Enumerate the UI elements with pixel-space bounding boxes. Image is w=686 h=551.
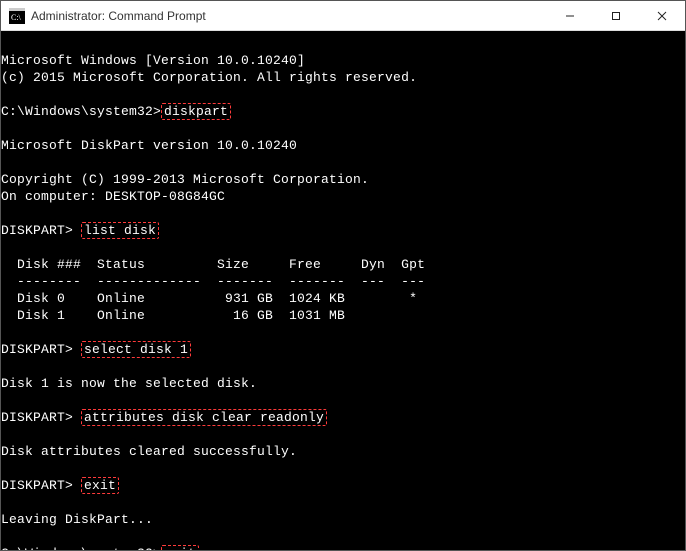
terminal-area[interactable]: Microsoft Windows [Version 10.0.10240] (… <box>1 31 685 550</box>
output-line: Microsoft Windows [Version 10.0.10240] <box>1 53 305 68</box>
titlebar: C:\ Administrator: Command Prompt <box>1 1 685 31</box>
prompt-line: DISKPART> select disk 1 <box>1 341 191 358</box>
prompt-prefix: C:\Windows\system32> <box>1 546 161 550</box>
command-highlight: attributes disk clear readonly <box>81 409 327 426</box>
close-button[interactable] <box>639 1 685 30</box>
table-row: Disk 0 Online 931 GB 1024 KB * <box>1 291 417 306</box>
output-line: Disk attributes cleared successfully. <box>1 444 297 459</box>
prompt-prefix: DISKPART> <box>1 342 81 357</box>
command-highlight: exit <box>161 545 199 550</box>
output-line: Copyright (C) 1999-2013 Microsoft Corpor… <box>1 172 369 187</box>
prompt-line: C:\Windows\system32>exit <box>1 545 199 550</box>
command-highlight: list disk <box>81 222 159 239</box>
table-row: Disk 1 Online 16 GB 1031 MB <box>1 308 345 323</box>
prompt-prefix: C:\Windows\system32> <box>1 104 161 119</box>
table-header: Disk ### Status Size Free Dyn Gpt <box>1 257 425 272</box>
command-highlight: select disk 1 <box>81 341 191 358</box>
window-title: Administrator: Command Prompt <box>31 9 547 23</box>
output-line: On computer: DESKTOP-08G84GC <box>1 189 225 204</box>
output-line: Disk 1 is now the selected disk. <box>1 376 257 391</box>
output-line: (c) 2015 Microsoft Corporation. All righ… <box>1 70 417 85</box>
output-line: Microsoft DiskPart version 10.0.10240 <box>1 138 297 153</box>
prompt-line: DISKPART> attributes disk clear readonly <box>1 409 327 426</box>
svg-text:C:\: C:\ <box>11 13 22 22</box>
output-line: Leaving DiskPart... <box>1 512 153 527</box>
prompt-line: DISKPART> exit <box>1 477 119 494</box>
cmd-window: C:\ Administrator: Command Prompt Micros… <box>0 0 686 551</box>
command-highlight: diskpart <box>161 103 231 120</box>
command-highlight: exit <box>81 477 119 494</box>
prompt-prefix: DISKPART> <box>1 223 81 238</box>
prompt-prefix: DISKPART> <box>1 410 81 425</box>
maximize-button[interactable] <box>593 1 639 30</box>
cmd-icon: C:\ <box>9 8 25 24</box>
prompt-line: C:\Windows\system32>diskpart <box>1 103 231 120</box>
window-controls <box>547 1 685 30</box>
table-divider: -------- ------------- ------- ------- -… <box>1 274 425 289</box>
minimize-button[interactable] <box>547 1 593 30</box>
prompt-prefix: DISKPART> <box>1 478 81 493</box>
prompt-line: DISKPART> list disk <box>1 222 159 239</box>
